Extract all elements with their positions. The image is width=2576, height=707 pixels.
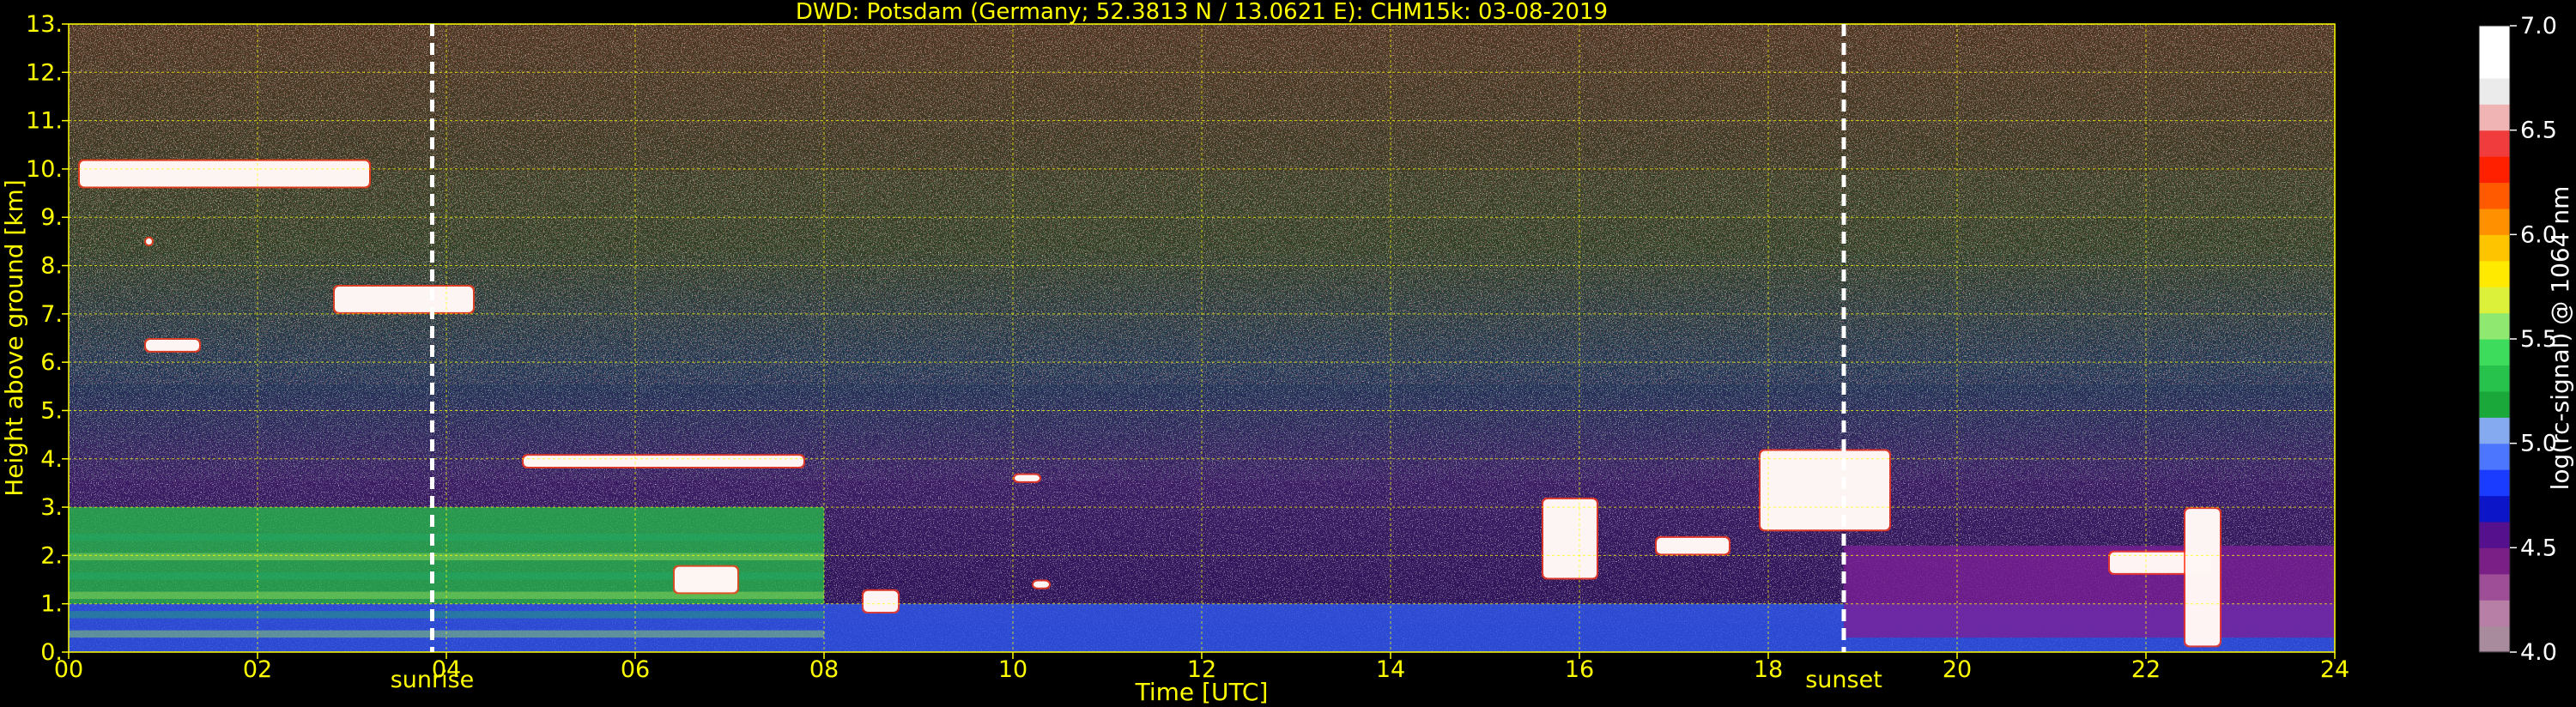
- colorbar-segment: [2479, 182, 2510, 209]
- colorbar-label: log(rc-signal) @ 1064 nm: [2546, 186, 2574, 491]
- cloud: [1033, 581, 1049, 588]
- y-tick-label: 10.: [26, 156, 63, 183]
- colorbar-segment: [2479, 104, 2510, 131]
- event-label-sunset: sunset: [1805, 667, 1882, 693]
- x-tick-label: 18: [1754, 656, 1783, 683]
- y-tick-label: 11.: [26, 108, 63, 135]
- cloud: [1657, 537, 1729, 554]
- colorbar-segment: [2479, 208, 2510, 235]
- noise-overlay-green: [69, 172, 2335, 480]
- x-tick-label: 10: [998, 656, 1027, 683]
- cloud: [146, 238, 152, 245]
- x-tick-label: 06: [621, 656, 650, 683]
- cloud: [80, 160, 369, 187]
- x-tick-label: 14: [1376, 656, 1405, 683]
- cloud: [675, 566, 737, 593]
- x-tick-label: 08: [809, 656, 839, 683]
- layer-residual_layer: [1844, 546, 2335, 638]
- colorbar-tick-label: 4.0: [2520, 639, 2557, 666]
- y-tick-label: 4.: [40, 446, 63, 473]
- colorbar-segment: [2479, 234, 2510, 262]
- colorbar-segment: [2479, 339, 2510, 366]
- y-tick-label: 9.: [40, 204, 63, 231]
- y-tick-label: 5.: [40, 397, 63, 424]
- colorbar-tick-label: 4.5: [2520, 535, 2557, 561]
- cloud: [1761, 450, 1889, 530]
- colorbar-tick-label: 6.5: [2520, 118, 2557, 144]
- colorbar-tick-label: 7.0: [2520, 13, 2557, 39]
- x-tick-label: 22: [2131, 656, 2161, 683]
- colorbar-segment: [2479, 625, 2510, 653]
- y-tick-label: 8.: [40, 253, 63, 280]
- colorbar-segment: [2479, 600, 2510, 627]
- cloud: [1543, 499, 1597, 578]
- colorbar-segment: [2479, 130, 2510, 157]
- chart-title: DWD: Potsdam (Germany; 52.3813 N / 13.06…: [796, 0, 1608, 25]
- x-tick-label: 02: [243, 656, 272, 683]
- x-tick-label: 24: [2320, 656, 2349, 683]
- y-tick-label: 2.: [40, 542, 63, 569]
- y-tick-label: 12.: [26, 59, 63, 86]
- y-tick-label: 1.: [40, 591, 63, 618]
- ceilometer-chart: DWD: Potsdam (Germany; 52.3813 N / 13.06…: [0, 0, 2574, 706]
- x-tick-label: 20: [1943, 656, 1972, 683]
- colorbar-segment: [2479, 521, 2510, 548]
- colorbar-segment: [2479, 26, 2510, 53]
- y-axis: 0. 1. 2. 3. 4. 5. 6. 7. 8. 9. 10. 11. 12. 13.: [26, 11, 69, 666]
- colorbar-segment: [2479, 156, 2510, 184]
- y-tick-label: 7.: [40, 301, 63, 328]
- cloud: [524, 456, 803, 468]
- colorbar-segment: [2479, 547, 2510, 575]
- colorbar-segment: [2479, 365, 2510, 392]
- x-tick-label: 16: [1565, 656, 1594, 683]
- colorbar-segment: [2479, 417, 2510, 444]
- y-tick-label: 13.: [26, 11, 63, 38]
- colorbar-segment: [2479, 573, 2510, 601]
- cloud: [864, 590, 898, 612]
- colorbar-segment: [2479, 77, 2510, 105]
- y-tick-label: 6.: [40, 349, 63, 376]
- y-axis-label: Height above ground [km]: [0, 179, 28, 497]
- cloud: [2185, 509, 2220, 646]
- cloud: [1015, 474, 1039, 481]
- colorbar-segment: [2479, 390, 2510, 418]
- colorbar-segment: [2479, 287, 2510, 314]
- colorbar-segment: [2479, 495, 2510, 523]
- colorbar-segment: [2479, 443, 2510, 470]
- colorbar-segment: [2479, 469, 2510, 497]
- cloud: [335, 287, 473, 312]
- colorbar-segment: [2479, 51, 2510, 79]
- x-axis-label: Time [UTC]: [1135, 678, 1269, 706]
- colorbar-segment: [2479, 312, 2510, 340]
- y-tick-label: 0.: [40, 639, 63, 666]
- x-tick-label: 04: [432, 656, 461, 683]
- cloud: [146, 340, 199, 351]
- colorbar-segment: [2479, 260, 2510, 287]
- y-tick-label: 3.: [40, 494, 63, 521]
